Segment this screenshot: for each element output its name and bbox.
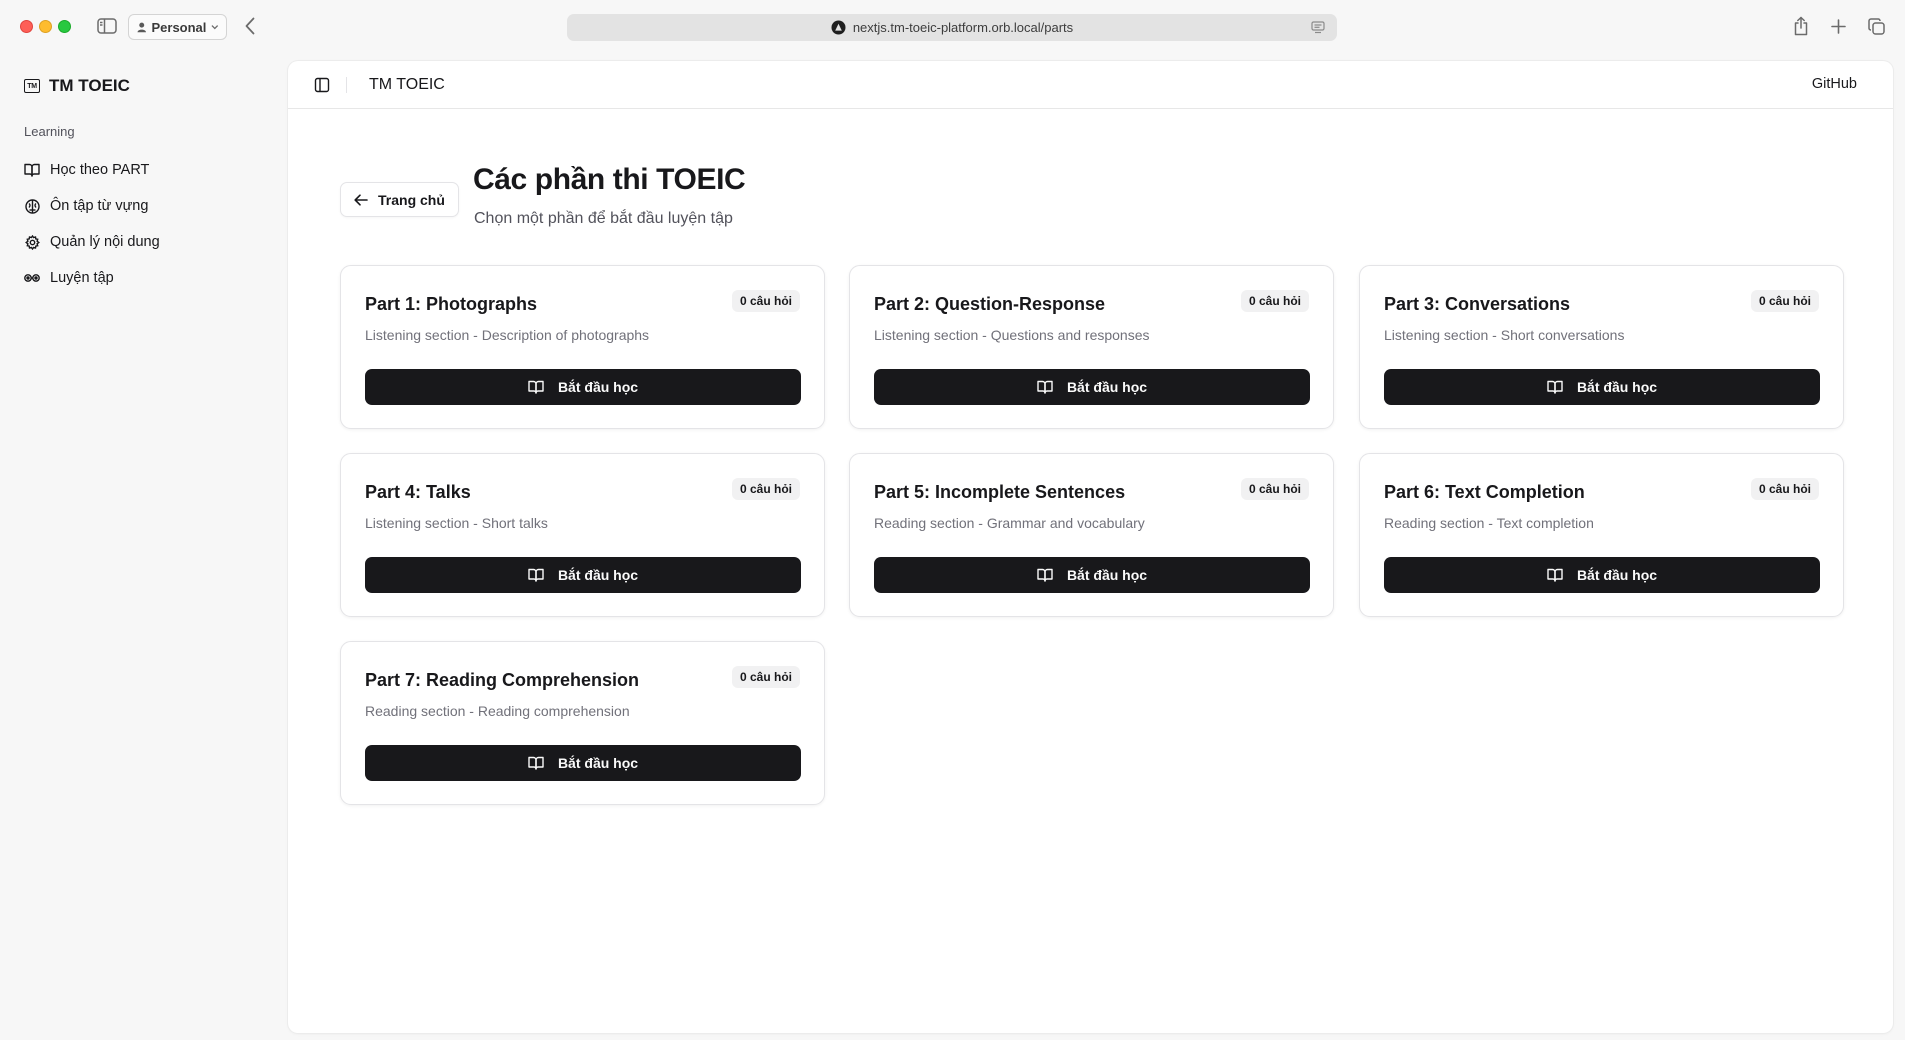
question-count-badge: 0 câu hỏi — [731, 478, 800, 500]
part-description: Listening section - Short talks — [365, 515, 548, 531]
sidebar-item-on-tap-tu-vung[interactable]: Ôn tập từ vựng — [24, 188, 272, 224]
reader-mode-icon[interactable] — [1311, 21, 1325, 34]
browser-titlebar: Personal nextjs.tm-toeic-platform.orb.lo… — [0, 0, 1905, 56]
book-open-icon — [1547, 568, 1563, 582]
browser-back-icon[interactable] — [242, 16, 258, 36]
app-sidebar: TM TM TOEIC Learning Học theo PART Ôn tậ… — [0, 56, 288, 1040]
main-panel: TM TOEIC GitHub Trang chủ Các phần thi T… — [288, 61, 1893, 1033]
book-open-icon — [1547, 380, 1563, 394]
question-count-badge: 0 câu hỏi — [731, 290, 800, 312]
header-title: TM TOEIC — [369, 76, 445, 93]
start-learning-button[interactable]: Bắt đầu học — [1384, 369, 1820, 405]
profile-label: Personal — [151, 19, 207, 35]
part-description: Listening section - Questions and respon… — [874, 327, 1150, 343]
tab-overview-icon[interactable] — [1866, 16, 1886, 36]
question-count-badge: 0 câu hỏi — [731, 666, 800, 688]
part-card: Part 1: Photographs 0 câu hỏi Listening … — [340, 265, 825, 429]
part-card: Part 7: Reading Comprehension 0 câu hỏi … — [340, 641, 825, 805]
part-card: Part 4: Talks 0 câu hỏi Listening sectio… — [340, 453, 825, 617]
book-open-icon — [1037, 568, 1053, 582]
part-title: Part 7: Reading Comprehension — [365, 670, 640, 690]
brand-logo: TM — [24, 79, 40, 93]
book-open-icon — [528, 756, 544, 770]
start-learning-label: Bắt đầu học — [557, 755, 639, 771]
back-home-button[interactable]: Trang chủ — [340, 182, 459, 217]
person-icon — [137, 22, 147, 32]
url-text: nextjs.tm-toeic-platform.orb.local/parts — [852, 20, 1074, 35]
part-description: Listening section - Short conversations — [1384, 327, 1625, 343]
brand-name: TM TOEIC — [49, 76, 130, 95]
browser-sidebar-icon[interactable] — [96, 16, 118, 36]
sidebar-item-label: Luyện tập — [50, 270, 114, 286]
part-card: Part 6: Text Completion 0 câu hỏi Readin… — [1359, 453, 1844, 617]
profile-selector[interactable]: Personal — [128, 14, 227, 40]
start-learning-button[interactable]: Bắt đầu học — [874, 557, 1310, 593]
page-title: Các phần thi TOEIC — [473, 163, 746, 196]
zoom-window-button[interactable] — [58, 20, 71, 33]
sidebar-item-hoc-theo-part[interactable]: Học theo PART — [24, 152, 272, 188]
site-security-icon — [831, 20, 846, 35]
close-window-button[interactable] — [20, 20, 33, 33]
sidebar-nav: Học theo PART Ôn tập từ vựng Quản lý nội… — [24, 152, 272, 296]
sidebar-item-quan-ly-noi-dung[interactable]: Quản lý nội dung — [24, 224, 272, 260]
part-description: Listening section - Description of photo… — [365, 327, 650, 343]
start-learning-label: Bắt đầu học — [557, 567, 639, 583]
question-count-badge: 0 câu hỏi — [1750, 290, 1819, 312]
sidebar-item-luyen-tap[interactable]: Luyện tập — [24, 260, 272, 296]
brand[interactable]: TM TM TOEIC — [24, 76, 130, 96]
sidebar-item-label: Học theo PART — [50, 162, 150, 178]
share-icon[interactable] — [1792, 15, 1810, 37]
page-subtitle: Chọn một phần để bắt đầu luyện tập — [474, 210, 733, 227]
settings-icon — [24, 234, 40, 250]
back-home-label: Trang chủ — [378, 191, 445, 208]
start-learning-label: Bắt đầu học — [1066, 379, 1148, 395]
new-tab-icon[interactable] — [1829, 16, 1847, 36]
part-card: Part 2: Question-Response 0 câu hỏi List… — [849, 265, 1334, 429]
part-card: Part 5: Incomplete Sentences 0 câu hỏi R… — [849, 453, 1334, 617]
github-link[interactable]: GitHub — [1812, 76, 1857, 92]
part-title: Part 4: Talks — [365, 482, 471, 502]
chevron-down-icon — [211, 25, 219, 30]
arrow-left-icon — [354, 193, 368, 206]
start-learning-button[interactable]: Bắt đầu học — [365, 557, 801, 593]
question-count-badge: 0 câu hỏi — [1240, 478, 1309, 500]
start-learning-button[interactable]: Bắt đầu học — [365, 745, 801, 781]
start-learning-button[interactable]: Bắt đầu học — [1384, 557, 1820, 593]
book-open-icon — [528, 568, 544, 582]
part-title: Part 5: Incomplete Sentences — [874, 482, 1126, 502]
dumbbell-icon — [24, 270, 40, 286]
start-learning-label: Bắt đầu học — [1066, 567, 1148, 583]
part-title: Part 6: Text Completion — [1384, 482, 1585, 502]
minimize-window-button[interactable] — [39, 20, 52, 33]
topbar-divider — [346, 77, 347, 93]
top-bar: TM TOEIC GitHub — [288, 61, 1893, 109]
part-description: Reading section - Text completion — [1384, 515, 1594, 531]
part-card: Part 3: Conversations 0 câu hỏi Listenin… — [1359, 265, 1844, 429]
panel-toggle-icon[interactable] — [314, 77, 330, 93]
start-learning-button[interactable]: Bắt đầu học — [874, 369, 1310, 405]
part-description: Reading section - Reading comprehension — [365, 703, 630, 719]
start-learning-label: Bắt đầu học — [1576, 379, 1658, 395]
question-count-badge: 0 câu hỏi — [1750, 478, 1819, 500]
book-open-icon — [528, 380, 544, 394]
part-title: Part 2: Question-Response — [874, 294, 1106, 314]
part-title: Part 1: Photographs — [365, 294, 538, 314]
start-learning-label: Bắt đầu học — [557, 379, 639, 395]
sidebar-item-label: Ôn tập từ vựng — [50, 198, 149, 214]
part-description: Reading section - Grammar and vocabulary — [874, 515, 1145, 531]
sidebar-group-label: Learning — [24, 124, 75, 139]
book-open-icon — [24, 162, 40, 178]
start-learning-label: Bắt đầu học — [1576, 567, 1658, 583]
book-open-icon — [1037, 380, 1053, 394]
address-bar[interactable]: nextjs.tm-toeic-platform.orb.local/parts — [567, 14, 1337, 41]
brain-icon — [24, 198, 40, 214]
part-title: Part 3: Conversations — [1384, 294, 1571, 314]
question-count-badge: 0 câu hỏi — [1240, 290, 1309, 312]
sidebar-item-label: Quản lý nội dung — [50, 234, 160, 250]
start-learning-button[interactable]: Bắt đầu học — [365, 369, 801, 405]
